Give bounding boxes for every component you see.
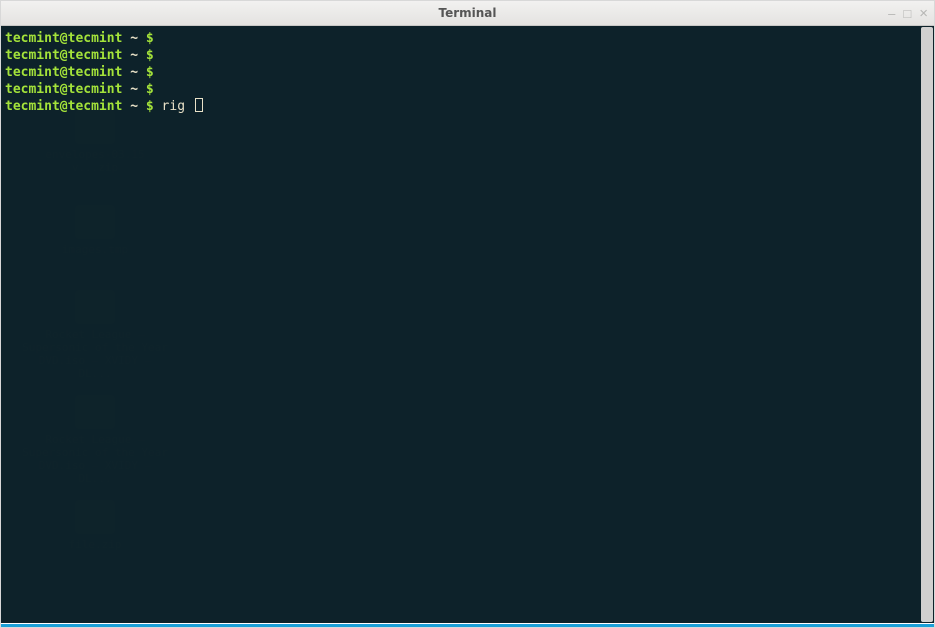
prompt-line: tecmint@tecmint ~ $ <box>5 64 930 81</box>
close-button[interactable]: × <box>919 6 928 21</box>
prompt-path: ~ <box>130 65 138 80</box>
maximize-button[interactable]: □ <box>903 7 911 20</box>
prompt-symbol: $ <box>146 31 154 46</box>
prompt-symbol: $ <box>146 99 154 114</box>
terminal-lines: tecmint@tecmint ~ $ tecmint@tecmint ~ $ … <box>5 30 930 115</box>
prompt-line: tecmint@tecmint ~ $ <box>5 47 930 64</box>
cursor-icon <box>195 98 203 112</box>
window-controls: – □ × <box>888 1 928 26</box>
prompt-path: ~ <box>130 31 138 46</box>
terminal-window: Terminal – □ × tecmint@tecmint ~ $ tecmi… <box>0 0 935 628</box>
prompt-line: tecmint@tecmint ~ $ <box>5 81 930 98</box>
prompt-line: tecmint@tecmint ~ $ <box>5 30 930 47</box>
prompt-user: tecmint@tecmint <box>5 82 122 97</box>
command-text: rig <box>162 99 193 114</box>
scrollbar[interactable] <box>921 27 933 622</box>
prompt-symbol: $ <box>146 65 154 80</box>
prompt-path: ~ <box>130 48 138 63</box>
prompt-line: tecmint@tecmint ~ $ rig <box>5 98 930 115</box>
bottom-accent-bar <box>1 623 934 627</box>
prompt-path: ~ <box>130 82 138 97</box>
prompt-symbol: $ <box>146 48 154 63</box>
prompt-path: ~ <box>130 99 138 114</box>
prompt-user: tecmint@tecmint <box>5 65 122 80</box>
prompt-user: tecmint@tecmint <box>5 48 122 63</box>
titlebar[interactable]: Terminal – □ × <box>1 1 934 26</box>
minimize-button[interactable]: – <box>888 7 895 20</box>
prompt-user: tecmint@tecmint <box>5 31 122 46</box>
window-title: Terminal <box>438 6 496 20</box>
terminal-body[interactable]: tecmint@tecmint ~ $ tecmint@tecmint ~ $ … <box>1 26 934 623</box>
prompt-user: tecmint@tecmint <box>5 99 122 114</box>
prompt-symbol: $ <box>146 82 154 97</box>
